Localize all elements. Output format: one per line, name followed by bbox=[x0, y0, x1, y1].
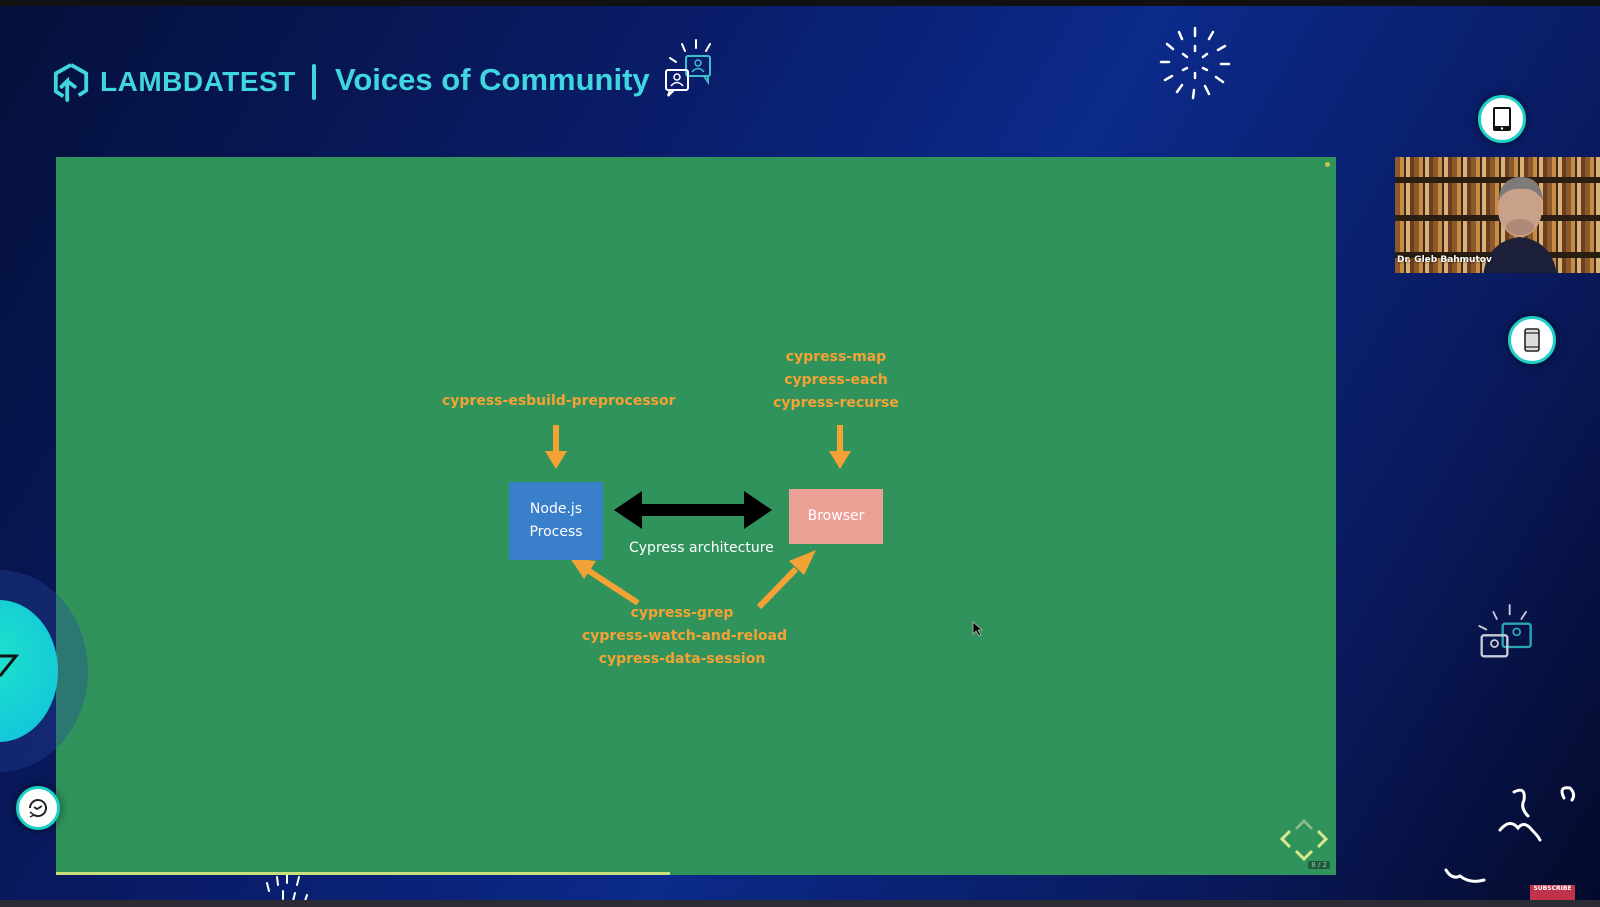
phone-icon bbox=[1524, 328, 1540, 352]
browser-box-label: Browser bbox=[807, 508, 865, 524]
nodejs-process-box: Node.js Process bbox=[509, 482, 603, 560]
speaker-webcam: Dr. Gleb Bahmutov bbox=[1395, 157, 1600, 273]
plugin-label: cypress-grep bbox=[630, 605, 734, 621]
arrow-down-right bbox=[829, 425, 851, 469]
brand-name: LAMBDATEST bbox=[100, 66, 296, 97]
plugin-label: cypress-data-session bbox=[598, 651, 766, 667]
tablet-icon bbox=[1493, 107, 1511, 131]
show-title: Voices of Community bbox=[335, 62, 650, 97]
diagram-arrows bbox=[545, 425, 851, 610]
arrow-up-left bbox=[570, 558, 640, 606]
subscribe-label: SUBSCRIBE bbox=[1533, 885, 1572, 892]
nav-up-icon bbox=[1295, 819, 1313, 830]
nav-right-icon bbox=[1316, 829, 1329, 849]
slide-number: 8 / 2 bbox=[1308, 861, 1330, 869]
arrow-up-right bbox=[756, 550, 816, 610]
plugin-list-bottom: cypress-grep cypress-watch-and-reload cy… bbox=[582, 602, 788, 671]
chat-bubbles-icon bbox=[665, 39, 711, 97]
speaker-name: Dr. Gleb Bahmutov bbox=[1397, 255, 1492, 265]
scribble-decoration bbox=[1444, 786, 1576, 883]
mouse-cursor-icon bbox=[972, 621, 984, 637]
diagram-title: Cypress architecture bbox=[629, 540, 774, 556]
chat-bubbles-icon bbox=[1478, 604, 1532, 658]
arrow-icon bbox=[0, 654, 20, 677]
top-bar bbox=[0, 0, 1600, 6]
lambdatest-logo-icon bbox=[53, 63, 89, 102]
bottom-bar bbox=[0, 900, 1600, 907]
header-divider bbox=[312, 64, 316, 100]
node-box-line1: Node.js bbox=[529, 501, 583, 517]
clock-icon bbox=[29, 799, 47, 818]
plugin-label: cypress-watch-and-reload bbox=[582, 628, 788, 644]
browser-box: Browser bbox=[789, 489, 883, 544]
node-box-line2: Process bbox=[529, 524, 583, 540]
sparkle-decoration bbox=[1159, 26, 1231, 100]
presentation-slide: cypress-esbuild-preprocessor cypress-map… bbox=[56, 157, 1336, 875]
tablet-view-button[interactable] bbox=[1478, 95, 1526, 143]
speaker-video bbox=[1483, 177, 1557, 273]
nav-left-icon bbox=[1279, 829, 1292, 849]
slide-progress-bar bbox=[56, 872, 671, 875]
bidirectional-arrow bbox=[614, 491, 772, 529]
sparkle-decoration-bottom bbox=[266, 874, 308, 902]
play-badge[interactable] bbox=[0, 600, 58, 742]
nav-down-icon bbox=[1294, 849, 1314, 862]
brand: LAMBDATEST bbox=[52, 62, 296, 102]
arrow-down-left bbox=[545, 425, 567, 469]
phone-view-button[interactable] bbox=[1508, 316, 1556, 364]
history-button[interactable] bbox=[16, 786, 60, 830]
